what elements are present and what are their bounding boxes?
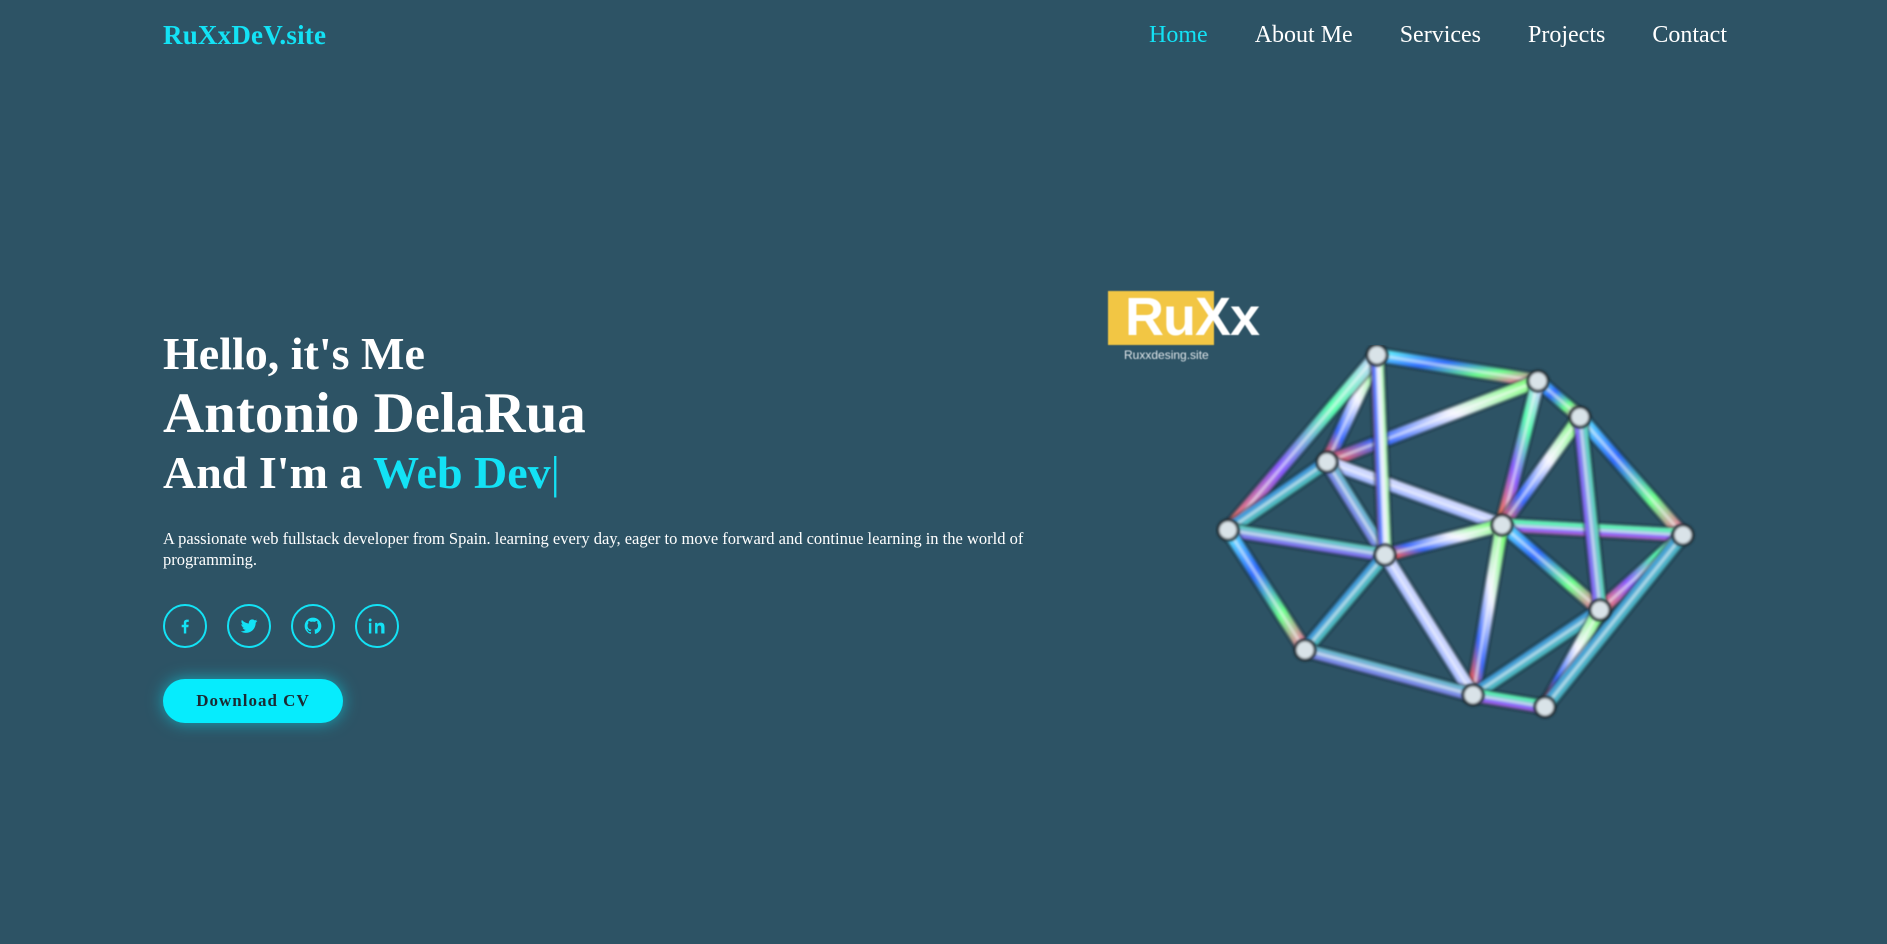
linkedin-link[interactable] <box>355 604 399 648</box>
nav-services[interactable]: Services <box>1400 22 1481 49</box>
brand-title: RuXx <box>1125 287 1260 347</box>
icosahedron-node <box>1490 513 1514 537</box>
github-icon <box>304 617 322 634</box>
site-logo[interactable]: RuXxDeV.site <box>163 20 326 51</box>
brand-subtitle: Ruxxdesing.site <box>1124 348 1209 362</box>
nav-home[interactable]: Home <box>1149 22 1208 49</box>
icosahedron-image <box>1216 345 1695 719</box>
portfolio-page: RuXxDeV.site Home About Me Services Proj… <box>0 0 1887 944</box>
icosahedron-node <box>1216 518 1240 542</box>
icosahedron-edge-highlight <box>1383 523 1504 557</box>
hero-name: Antonio DelaRua <box>163 382 586 445</box>
icosahedron-node <box>1526 369 1550 393</box>
twitter-link[interactable] <box>227 604 271 648</box>
role-prefix: And I'm a <box>163 447 374 498</box>
icosahedron-node <box>1365 345 1389 367</box>
nav-contact[interactable]: Contact <box>1652 22 1727 49</box>
icosahedron-node <box>1568 405 1592 429</box>
icosahedron-node <box>1461 683 1485 707</box>
role-highlight: Web Dev <box>373 447 551 498</box>
hero-section: Hello, it's Me Antonio DelaRua And I'm a… <box>163 326 1033 723</box>
icosahedron-node <box>1588 598 1612 622</box>
icosahedron-node <box>1533 695 1557 719</box>
main-nav: Home About Me Services Projects Contact <box>1149 22 1727 49</box>
icosahedron-node <box>1293 638 1317 662</box>
icosahedron-edge-highlight <box>1375 353 1540 383</box>
social-links <box>163 604 1033 648</box>
icosahedron-node <box>1373 543 1397 567</box>
twitter-icon <box>240 619 258 633</box>
site-header: RuXxDeV.site Home About Me Services Proj… <box>163 14 1727 56</box>
icosahedron-edge-highlight <box>1543 533 1685 709</box>
nav-about-me[interactable]: About Me <box>1255 22 1353 49</box>
github-link[interactable] <box>291 604 335 648</box>
download-cv-button[interactable]: Download CV <box>163 679 343 723</box>
linkedin-icon <box>368 618 385 634</box>
icosahedron-edge-highlight <box>1303 553 1387 652</box>
hero-description: A passionate web fullstack developer fro… <box>163 529 1024 569</box>
facebook-link[interactable] <box>163 604 207 648</box>
hero-role: And I'm a Web Dev| <box>163 444 1033 502</box>
facebook-icon <box>181 619 189 634</box>
typing-cursor: | <box>550 447 560 498</box>
hero-greeting: Hello, it's Me <box>163 328 425 379</box>
nav-projects[interactable]: Projects <box>1528 22 1605 49</box>
icosahedron-node <box>1671 523 1695 547</box>
icosahedron-node <box>1315 450 1339 474</box>
